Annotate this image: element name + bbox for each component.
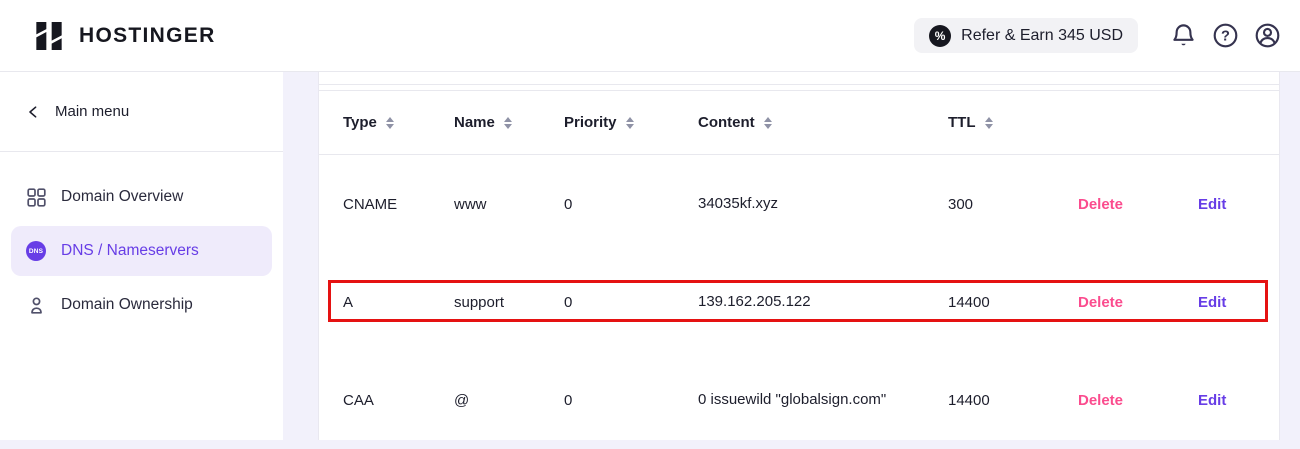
person-icon bbox=[26, 296, 46, 315]
page: HOSTINGER % Refer & Earn 345 USD bbox=[0, 0, 1300, 440]
column-header-type[interactable]: Type bbox=[343, 114, 454, 131]
back-to-main-menu[interactable]: Main menu bbox=[0, 72, 283, 152]
sidebar-item-label: Domain Overview bbox=[61, 188, 183, 206]
cell-priority: 0 bbox=[564, 294, 698, 311]
sidebar-item-dns-nameservers[interactable]: DNS DNS / Nameservers bbox=[11, 226, 272, 276]
dns-globe-icon: DNS bbox=[26, 241, 46, 261]
topbar-actions: % Refer & Earn 345 USD ? bbox=[914, 14, 1288, 58]
help-button[interactable]: ? bbox=[1204, 14, 1246, 58]
sort-icon bbox=[626, 117, 634, 129]
svg-text:?: ? bbox=[1221, 29, 1230, 45]
hostinger-logo-icon bbox=[32, 20, 66, 52]
avatar-icon bbox=[1254, 22, 1281, 49]
card-top-divider bbox=[319, 72, 1279, 85]
cell-content: 0 issuewild "globalsign.com" bbox=[698, 388, 948, 413]
sidebar: Main menu Domain Overview DNS D bbox=[0, 72, 283, 440]
refer-earn-label: Refer & Earn 345 USD bbox=[961, 27, 1123, 45]
column-header-name[interactable]: Name bbox=[454, 114, 564, 131]
cell-ttl: 300 bbox=[948, 196, 1078, 213]
account-button[interactable] bbox=[1246, 14, 1288, 58]
column-header-content[interactable]: Content bbox=[698, 114, 948, 131]
cell-content: 139.162.205.122 bbox=[698, 290, 948, 315]
cell-ttl: 14400 bbox=[948, 294, 1078, 311]
cell-content: 34035kf.xyz bbox=[698, 192, 948, 217]
sort-icon bbox=[504, 117, 512, 129]
dns-record-row-a-highlighted: A support 0 139.162.205.122 14400 Delete… bbox=[319, 253, 1279, 351]
sort-icon bbox=[764, 117, 772, 129]
cell-type: A bbox=[343, 294, 454, 311]
sort-icon bbox=[386, 117, 394, 129]
refer-earn-button[interactable]: % Refer & Earn 345 USD bbox=[914, 18, 1138, 53]
percent-badge-icon: % bbox=[929, 25, 951, 47]
cell-name: support bbox=[454, 294, 564, 311]
cell-name: @ bbox=[454, 392, 564, 409]
edit-link[interactable]: Edit bbox=[1198, 294, 1226, 311]
grid-icon bbox=[26, 188, 46, 207]
bell-icon bbox=[1170, 22, 1197, 49]
chevron-left-icon bbox=[26, 104, 42, 120]
cell-priority: 0 bbox=[564, 196, 698, 213]
sidebar-item-domain-overview[interactable]: Domain Overview bbox=[11, 172, 272, 222]
dns-record-row-caa: CAA @ 0 0 issuewild "globalsign.com" 144… bbox=[319, 351, 1279, 449]
column-header-ttl[interactable]: TTL bbox=[948, 114, 1078, 131]
edit-link[interactable]: Edit bbox=[1198, 392, 1226, 409]
notifications-button[interactable] bbox=[1162, 14, 1204, 58]
sidebar-item-label: DNS / Nameservers bbox=[61, 242, 199, 260]
delete-link[interactable]: Delete bbox=[1078, 294, 1123, 311]
cell-priority: 0 bbox=[564, 392, 698, 409]
cell-type: CAA bbox=[343, 392, 454, 409]
table-header-row: Type Name Priority Content TTL bbox=[319, 90, 1279, 155]
sidebar-item-label: Domain Ownership bbox=[61, 296, 193, 314]
cell-ttl: 14400 bbox=[948, 392, 1078, 409]
hostinger-logo[interactable]: HOSTINGER bbox=[32, 20, 216, 52]
top-navbar: HOSTINGER % Refer & Earn 345 USD bbox=[0, 0, 1300, 72]
back-to-main-menu-label: Main menu bbox=[55, 103, 129, 120]
delete-link[interactable]: Delete bbox=[1078, 392, 1123, 409]
sidebar-nav: Domain Overview DNS DNS / Nameservers Do… bbox=[0, 152, 283, 330]
question-icon: ? bbox=[1212, 22, 1239, 49]
sidebar-item-domain-ownership[interactable]: Domain Ownership bbox=[11, 280, 272, 330]
column-header-priority[interactable]: Priority bbox=[564, 114, 698, 131]
dns-records-card: Type Name Priority Content TTL CNAME bbox=[318, 72, 1280, 440]
delete-link[interactable]: Delete bbox=[1078, 196, 1123, 213]
brand-name: HOSTINGER bbox=[79, 24, 216, 48]
edit-link[interactable]: Edit bbox=[1198, 196, 1226, 213]
cell-type: CNAME bbox=[343, 196, 454, 213]
sort-icon bbox=[985, 117, 993, 129]
cell-name: www bbox=[454, 196, 564, 213]
dns-record-row-cname: CNAME www 0 34035kf.xyz 300 Delete Edit bbox=[319, 155, 1279, 253]
